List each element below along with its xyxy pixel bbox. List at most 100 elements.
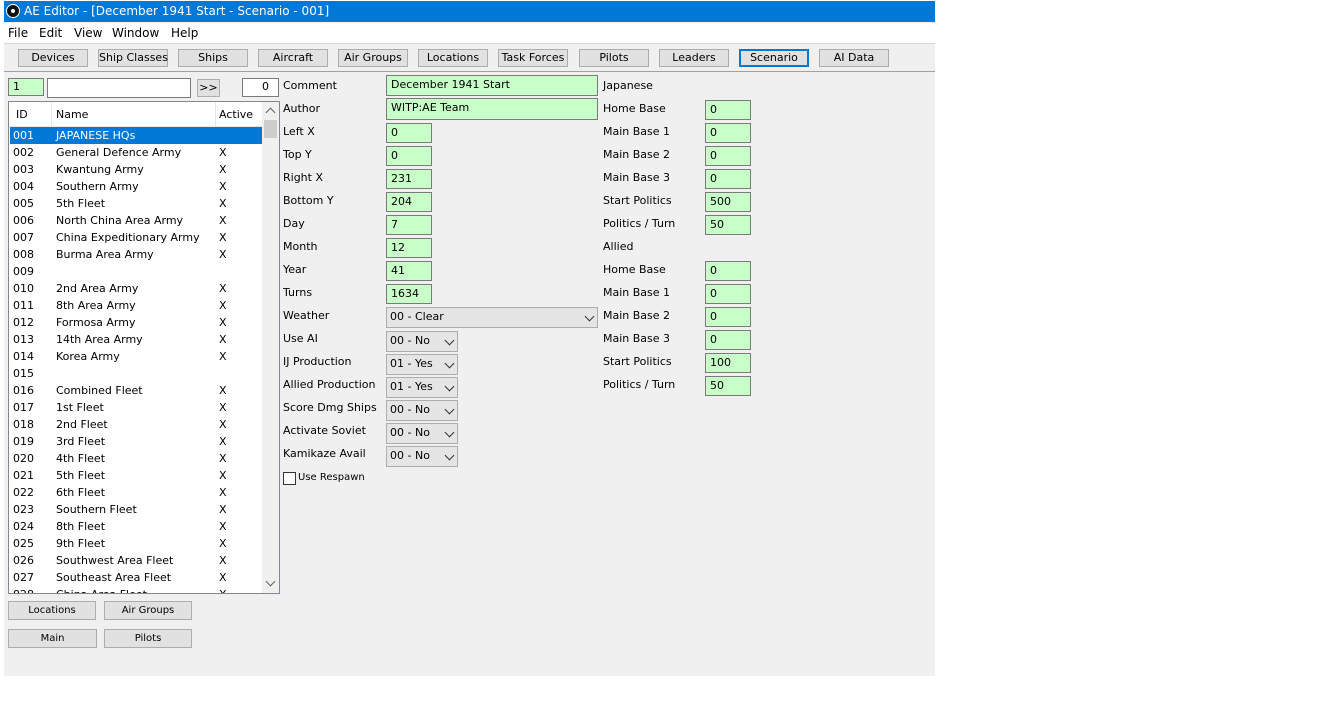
list-item[interactable]: 013 14th Area Army X xyxy=(10,331,262,348)
list-item[interactable]: 011 8th Area Army X xyxy=(10,297,262,314)
tab-pilots[interactable]: Pilots xyxy=(579,49,649,67)
al-start-politics-field[interactable]: 100 xyxy=(705,353,751,373)
list-scrollbar[interactable] xyxy=(262,102,279,593)
list-item[interactable]: 024 8th Fleet X xyxy=(10,518,262,535)
list-item-name: Southwest Area Fleet xyxy=(56,554,174,567)
locations-button[interactable]: Locations xyxy=(8,601,96,620)
menu-edit[interactable]: Edit xyxy=(39,26,62,40)
jp-home-base-field[interactable]: 0 xyxy=(705,100,751,120)
comment-field[interactable]: December 1941 Start xyxy=(386,75,598,96)
list-item[interactable]: 010 2nd Area Army X xyxy=(10,280,262,297)
right-x-field[interactable]: 231 xyxy=(386,169,432,189)
list-item[interactable]: 016 Combined Fleet X xyxy=(10,382,262,399)
bottom-y-field[interactable]: 204 xyxy=(386,192,432,212)
tab-task-forces[interactable]: Task Forces xyxy=(498,49,568,67)
menu-help[interactable]: Help xyxy=(171,26,198,40)
list-item[interactable]: 026 Southwest Area Fleet X xyxy=(10,552,262,569)
list-item[interactable]: 020 4th Fleet X xyxy=(10,450,262,467)
author-label: Author xyxy=(283,102,321,115)
list-item-id: 021 xyxy=(13,469,34,482)
al-main-base-1-field[interactable]: 0 xyxy=(705,284,751,304)
scroll-up-icon[interactable] xyxy=(265,107,276,118)
list-item-active: X xyxy=(219,214,227,227)
list-item[interactable]: 004 Southern Army X xyxy=(10,178,262,195)
kamikaze-avail-select[interactable]: 00 - No xyxy=(386,446,458,467)
go-button[interactable]: >> xyxy=(197,79,220,97)
ij-production-select[interactable]: 01 - Yes xyxy=(386,354,458,375)
menu-file[interactable]: File xyxy=(8,26,28,40)
list-item[interactable]: 025 9th Fleet X xyxy=(10,535,262,552)
jp-politics-turn-field[interactable]: 50 xyxy=(705,215,751,235)
al-home-base-field[interactable]: 0 xyxy=(705,261,751,281)
month-field[interactable]: 12 xyxy=(386,238,432,258)
column-id[interactable]: ID xyxy=(16,108,28,121)
tab-ships[interactable]: Ships xyxy=(178,49,248,67)
search-input[interactable] xyxy=(47,78,191,98)
list-item[interactable]: 022 6th Fleet X xyxy=(10,484,262,501)
column-name[interactable]: Name xyxy=(56,108,88,121)
turns-field[interactable]: 1634 xyxy=(386,284,432,304)
list-item[interactable]: 006 North China Area Army X xyxy=(10,212,262,229)
air-groups-button[interactable]: Air Groups xyxy=(104,601,192,620)
list-item[interactable]: 028 China Area Fleet X xyxy=(10,586,262,593)
activate-soviet-select[interactable]: 00 - No xyxy=(386,423,458,444)
chevron-down-icon xyxy=(444,450,455,461)
left-x-field[interactable]: 0 xyxy=(386,123,432,143)
score-dmg-ships-select[interactable]: 00 - No xyxy=(386,400,458,421)
jp-main-base-3-field[interactable]: 0 xyxy=(705,169,751,189)
list-item-name: 4th Fleet xyxy=(56,452,106,465)
tab-devices[interactable]: Devices xyxy=(18,49,88,67)
hq-list[interactable]: ID Name Active 001 JAPANESE HQs 002 General… xyxy=(8,101,280,594)
tab-leaders[interactable]: Leaders xyxy=(659,49,729,67)
list-item[interactable]: 005 5th Fleet X xyxy=(10,195,262,212)
weather-select[interactable]: 00 - Clear xyxy=(386,307,598,328)
list-item[interactable]: 009 xyxy=(10,263,262,280)
menu-window[interactable]: Window xyxy=(112,26,159,40)
tab-locations[interactable]: Locations xyxy=(418,49,488,67)
list-item[interactable]: 015 xyxy=(10,365,262,382)
column-active[interactable]: Active xyxy=(219,108,253,121)
list-item-name: 5th Fleet xyxy=(56,197,106,210)
year-field[interactable]: 41 xyxy=(386,261,432,281)
list-item[interactable]: 012 Formosa Army X xyxy=(10,314,262,331)
tab-air-groups[interactable]: Air Groups xyxy=(338,49,408,67)
menu-view[interactable]: View xyxy=(74,26,102,40)
list-item[interactable]: 021 5th Fleet X xyxy=(10,467,262,484)
list-item[interactable]: 027 Southeast Area Fleet X xyxy=(10,569,262,586)
author-field[interactable]: WITP:AE Team xyxy=(386,98,598,120)
list-item[interactable]: 008 Burma Area Army X xyxy=(10,246,262,263)
list-item[interactable]: 019 3rd Fleet X xyxy=(10,433,262,450)
allied-production-select[interactable]: 01 - Yes xyxy=(386,377,458,398)
list-item-name: 8th Area Army xyxy=(56,299,136,312)
al-main-base-2-field[interactable]: 0 xyxy=(705,307,751,327)
list-item-name: General Defence Army xyxy=(56,146,182,159)
list-item[interactable]: 001 JAPANESE HQs xyxy=(10,127,262,144)
chevron-down-icon xyxy=(444,381,455,392)
record-id-input[interactable]: 1 xyxy=(8,78,44,96)
list-item-name: 6th Fleet xyxy=(56,486,106,499)
tab-scenario[interactable]: Scenario xyxy=(739,49,809,67)
list-item[interactable]: 002 General Defence Army X xyxy=(10,144,262,161)
top-y-field[interactable]: 0 xyxy=(386,146,432,166)
list-item[interactable]: 018 2nd Fleet X xyxy=(10,416,262,433)
list-item[interactable]: 003 Kwantung Army X xyxy=(10,161,262,178)
tab-ship-classes[interactable]: Ship Classes xyxy=(98,49,168,67)
list-item[interactable]: 007 China Expeditionary Army X xyxy=(10,229,262,246)
al-politics-turn-field[interactable]: 50 xyxy=(705,376,751,396)
scroll-thumb[interactable] xyxy=(264,120,277,138)
day-field[interactable]: 7 xyxy=(386,215,432,235)
al-main-base-3-field[interactable]: 0 xyxy=(705,330,751,350)
pilots-button[interactable]: Pilots xyxy=(104,629,192,648)
scroll-down-icon[interactable] xyxy=(265,576,276,587)
tab-ai-data[interactable]: AI Data xyxy=(819,49,889,67)
jp-main-base-1-field[interactable]: 0 xyxy=(705,123,751,143)
tab-aircraft[interactable]: Aircraft xyxy=(258,49,328,67)
jp-main-base-2-field[interactable]: 0 xyxy=(705,146,751,166)
use-ai-select[interactable]: 00 - No xyxy=(386,331,458,352)
main-button[interactable]: Main xyxy=(8,629,97,648)
list-item[interactable]: 014 Korea Army X xyxy=(10,348,262,365)
jp-start-politics-field[interactable]: 500 xyxy=(705,192,751,212)
list-item[interactable]: 017 1st Fleet X xyxy=(10,399,262,416)
use-respawn-checkbox[interactable] xyxy=(283,472,296,485)
list-item[interactable]: 023 Southern Fleet X xyxy=(10,501,262,518)
